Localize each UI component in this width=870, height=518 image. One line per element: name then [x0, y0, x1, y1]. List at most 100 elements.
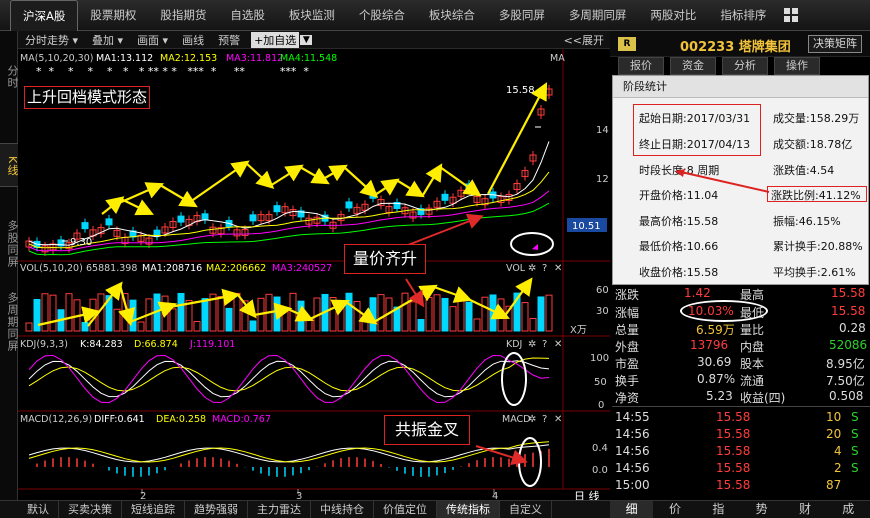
macd-macd: MACD:0.767 — [212, 414, 271, 425]
add-watchlist-button[interactable]: +加自选 — [251, 31, 300, 48]
grid-menu-icon[interactable] — [784, 8, 799, 22]
vol-tag: VOL — [506, 263, 526, 274]
stat-low: 最低价格:10.66 — [639, 240, 719, 253]
volume-bar — [361, 319, 369, 332]
volume-bars — [25, 292, 553, 332]
tab-value-position[interactable]: 价值定位 — [374, 501, 437, 518]
tab-quote[interactable]: 报价 — [618, 57, 664, 75]
side-tabs: 分时 K线 多股同屏 多周期同屏 — [0, 31, 19, 505]
quote-value-low: 15.58 — [831, 304, 866, 318]
vol-ma3: MA3:240527 — [272, 263, 332, 274]
intraday-dropdown[interactable]: 分时走势 ▾ — [18, 32, 85, 48]
volume-bar — [193, 320, 201, 332]
side-tab-multi-stock[interactable]: 多股同屏 — [0, 211, 19, 275]
side-tab-multi-period[interactable]: 多周期同屏 — [0, 281, 19, 361]
tab-hs-a-shares[interactable]: 沪深A股 — [10, 0, 79, 31]
volume-bar — [129, 299, 137, 332]
tab-price[interactable]: 价 — [653, 501, 696, 518]
vol-y-tick-30: 30 — [596, 306, 609, 317]
volume-bar — [521, 302, 529, 332]
decision-matrix-button[interactable]: 决策矩阵 — [808, 35, 862, 53]
quote-label-float: 流通 — [740, 374, 765, 388]
tab-index[interactable]: 指 — [697, 501, 740, 518]
tab-operation[interactable]: 操作 — [774, 57, 820, 75]
volume-bar — [377, 294, 385, 332]
highlight-circle — [510, 232, 554, 256]
volume-bar — [417, 318, 425, 332]
volume-bar — [409, 301, 417, 332]
stat-change: 涨跌值:4.54 — [773, 164, 835, 177]
tab-trade-decision[interactable]: 买卖决策 — [59, 501, 122, 518]
volume-bar — [425, 296, 433, 332]
volume-bar — [249, 320, 257, 332]
add-watchlist-dropdown-icon[interactable]: ▼ — [300, 34, 313, 45]
tab-short-term[interactable]: 短线追踪 — [122, 501, 185, 518]
period-label[interactable]: 日 线 — [574, 489, 600, 500]
tab-sector-overview[interactable]: 板块综合 — [417, 0, 487, 31]
stat-change-pct: 涨跌比例:41.12% — [771, 189, 861, 202]
vol-y-tick-60: 60 — [596, 285, 609, 296]
tab-indicator-sort[interactable]: 指标排序 — [708, 0, 778, 31]
tab-compare[interactable]: 两股对比 — [638, 0, 708, 31]
volume-bar — [345, 292, 353, 332]
tab-stock-options[interactable]: 股票期权 — [78, 0, 148, 31]
volume-bar — [233, 292, 241, 332]
view-dropdown[interactable]: 画面 ▾ — [130, 32, 175, 48]
volume-bar — [81, 321, 89, 332]
kdj-y-tick-0: 0 — [598, 400, 604, 411]
volume-bar — [201, 298, 209, 332]
stat-high: 最高价格:15.58 — [639, 215, 719, 228]
overlay-dropdown[interactable]: 叠加 ▾ — [85, 32, 130, 48]
vol-unit: X万 — [570, 325, 587, 336]
tab-multi-stock[interactable]: 多股同屏 — [487, 0, 557, 31]
tab-analysis[interactable]: 分析 — [722, 57, 768, 75]
signal-stars: * * * * * * * ** * * *** * ** *** * — [36, 65, 309, 78]
tab-multi-period[interactable]: 多周期同屏 — [557, 0, 639, 31]
tab-trend[interactable]: 势 — [740, 501, 783, 518]
tab-watchlist[interactable]: 自选股 — [218, 0, 277, 31]
kline-chart-area[interactable]: MA(5,10,20,30) MA1:13.112 MA2:12.153 MA3… — [18, 49, 610, 500]
pattern-annotation: 上升回档模式形态 — [24, 86, 151, 109]
x-label-3: 3 — [296, 491, 302, 500]
tick-time: 14:55 — [615, 410, 650, 424]
quote-value-turnover: 0.87% — [697, 372, 736, 386]
side-tab-kline[interactable]: K线 — [0, 143, 19, 187]
vol-ma2: MA2:206662 — [206, 263, 266, 274]
volume-bar — [41, 293, 49, 332]
quote-value-shares: 8.95亿 — [826, 357, 865, 371]
tick-time: 14:56 — [615, 444, 650, 458]
tab-custom[interactable]: 自定义 — [500, 501, 552, 518]
chart-toolbar: 分时走势 ▾ 叠加 ▾ 画面 ▾ 画线 预警 +加自选 ▼ <<展开 — [18, 31, 610, 49]
macd-close-icon: ✕ — [554, 414, 562, 425]
tab-finance[interactable]: 财 — [783, 501, 826, 518]
candle-body — [441, 193, 449, 201]
draw-line-button[interactable]: 画线 — [175, 32, 211, 48]
volume-bar — [33, 299, 41, 332]
volume-bar — [433, 294, 441, 332]
tab-index-futures[interactable]: 股指期货 — [148, 0, 218, 31]
tab-composition[interactable]: 成 — [827, 501, 870, 518]
side-tab-intraday[interactable]: 分时 — [0, 51, 19, 101]
tab-default[interactable]: 默认 — [18, 501, 59, 518]
volume-bar — [225, 307, 233, 332]
alert-button[interactable]: 预警 — [211, 32, 247, 48]
tab-trend-strength[interactable]: 趋势强弱 — [185, 501, 248, 518]
tab-main-radar[interactable]: 主力雷达 — [248, 501, 311, 518]
volume-bar — [545, 294, 553, 332]
volume-bar — [273, 296, 281, 332]
tab-stock-overview[interactable]: 个股综合 — [347, 0, 417, 31]
volume-bar — [177, 292, 185, 332]
stat-close: 收盘价格:15.58 — [639, 266, 719, 279]
tab-sector-monitor[interactable]: 板块监测 — [277, 0, 347, 31]
volume-bar — [169, 308, 177, 332]
expand-button[interactable]: <<展开 — [564, 32, 610, 48]
kdj-close-icon: ✕ — [554, 339, 562, 350]
tab-detail[interactable]: 细 — [610, 501, 654, 518]
tab-funds[interactable]: 资金 — [670, 57, 716, 75]
tick-price: 15.58 — [716, 444, 751, 458]
stock-tabs: 报价 资金 分析 操作 — [610, 57, 870, 75]
tab-traditional-indicators[interactable]: 传统指标 — [437, 501, 500, 518]
tab-mid-hold[interactable]: 中线持仓 — [311, 501, 374, 518]
vol-value: 65881.398 — [86, 263, 137, 274]
ma3-legend: MA3:11.812 — [226, 53, 283, 64]
